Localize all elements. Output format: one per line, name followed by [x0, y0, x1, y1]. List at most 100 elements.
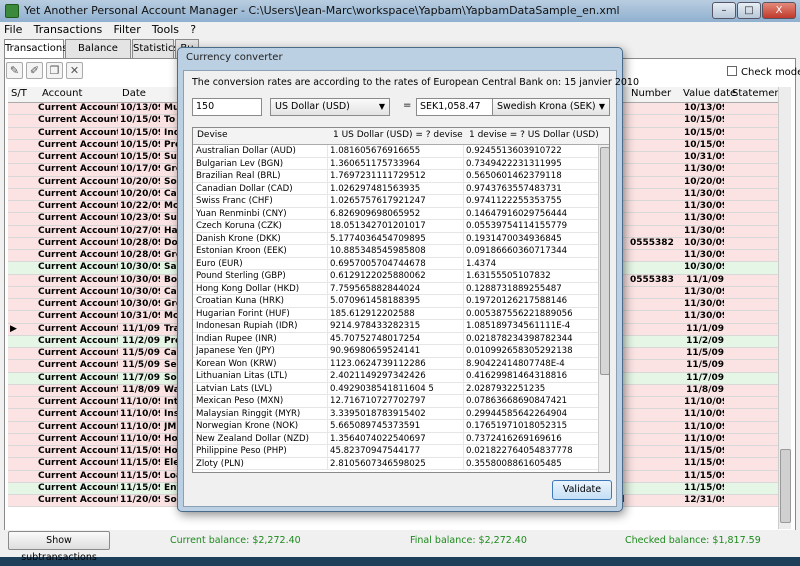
from-currency-select[interactable]: US Dollar (USD) ▼ [270, 98, 390, 116]
devise-cell: Swiss Franc (CHF) [196, 195, 328, 207]
menu-file[interactable]: File [0, 22, 26, 37]
devise-to-usd-cell: 0.021822764054837778 [466, 446, 573, 456]
devise-to-usd-cell: 0.07863668690847421 [466, 396, 568, 406]
rate-row[interactable]: Danish Krone (DKK) 5.1774036454709895 0.19… [193, 232, 598, 245]
current-balance: Current balance: $2,272.40 [170, 535, 301, 546]
date-cell: 11/10/09 [120, 433, 160, 444]
menu-transactions[interactable]: Transactions [30, 22, 107, 37]
header-date[interactable]: Date [122, 88, 146, 99]
devise-cell: Bulgarian Lev (BGN) [196, 157, 328, 170]
check-mode-checkbox[interactable] [727, 66, 737, 76]
devise-cell: Yuan Renminbi (CNY) [196, 207, 328, 220]
rate-row[interactable]: Australian Dollar (AUD) 1.081605676916655… [193, 145, 598, 158]
rate-row[interactable]: New Zealand Dollar (NZD) 1.35640740225406… [193, 432, 598, 445]
validate-button[interactable]: Validate [552, 480, 612, 500]
rate-row[interactable]: Hugarian Forint (HUF) 185.612912202588 0.0… [193, 307, 598, 320]
scrollbar-thumb[interactable] [780, 449, 791, 523]
header-devise[interactable]: Devise [197, 130, 228, 140]
check-mode-toggle[interactable]: Check mode [727, 66, 800, 78]
window-title: Yet Another Personal Account Manager - C… [24, 4, 620, 17]
account-cell: Current Account [38, 409, 118, 420]
menu-help[interactable]: ? [186, 22, 200, 37]
rate-row[interactable]: Malaysian Ringgit (MYR) 3.339501878391540… [193, 407, 598, 420]
usd-to-devise-cell: 185.612912202588 [330, 307, 464, 320]
date-cell: 10/15/09 [120, 115, 160, 126]
value-date-cell: 11/2/09 [686, 335, 724, 346]
usd-to-devise-cell: 0.6129122025880062 [330, 270, 464, 282]
value-date-cell: 11/5/09 [686, 348, 724, 358]
rate-row[interactable]: Yuan Renminbi (CNY) 6.826909698065952 0.14… [193, 207, 598, 220]
date-cell: 10/30/09 [120, 299, 160, 309]
new-transaction-icon[interactable]: ✎ [6, 62, 23, 79]
rate-row[interactable]: Bulgarian Lev (BGN) 1.360651175733964 0.73… [193, 157, 598, 170]
rate-row[interactable]: Swiss Franc (CHF) 1.0265757617921247 0.974… [193, 195, 598, 208]
header-number[interactable]: Number [631, 88, 671, 99]
header-value-date[interactable]: Value date [683, 88, 736, 99]
value-date-cell: 11/15/09 [684, 446, 724, 456]
rate-row[interactable]: Canadian Dollar (CAD) 1.026297481563935 0.… [193, 182, 598, 195]
menu-tools[interactable]: Tools [148, 22, 183, 37]
rates-scrollbar[interactable] [598, 145, 609, 472]
rate-row[interactable]: Hong Kong Dollar (HKD) 7.759565882844024 0… [193, 282, 598, 295]
rate-row[interactable]: Czech Koruna (CZK) 18.051342701201017 0.05… [193, 220, 598, 233]
rate-row[interactable]: Pound Sterling (GBP) 0.6129122025880062 1.… [193, 270, 598, 283]
edit-transaction-icon[interactable]: ✐ [26, 62, 43, 79]
date-cell: 10/20/09 [120, 176, 160, 187]
header-account[interactable]: Account [42, 88, 82, 99]
rate-row[interactable]: Croatian Kuna (HRK) 5.070961458188395 0.19… [193, 295, 598, 308]
duplicate-transaction-icon[interactable]: ❐ [46, 62, 63, 79]
rate-row[interactable]: Brazilian Real (BRL) 1.7697231111729512 0.… [193, 170, 598, 183]
account-cell: Current Account [38, 348, 118, 358]
header-devise-to-usd[interactable]: 1 devise = ? US Dollar (USD) [469, 130, 599, 140]
rate-row[interactable]: Estonian Kroon (EEK) 10.885348545985808 0.… [193, 245, 598, 258]
value-date-cell: 11/30/09 [684, 164, 724, 175]
rate-row[interactable]: Indonesan Rupiah (IDR) 9214.978433282315 1… [193, 320, 598, 333]
rate-row[interactable]: Korean Won (KRW) 1123.0624739112286 8.9042… [193, 357, 598, 370]
rate-row[interactable]: Philippine Peso (PHP) 45.82370947544177 0.… [193, 445, 598, 458]
devise-cell: Hugarian Forint (HUF) [196, 307, 328, 320]
menu-filter[interactable]: Filter [109, 22, 144, 37]
devise-cell: Norwegian Krone (NOK) [196, 420, 328, 432]
rate-row[interactable]: Latvian Lats (LVL) 0.4929038541811604 5 2.… [193, 382, 598, 395]
amount-input[interactable]: 150 [192, 98, 262, 116]
rate-row[interactable]: Mexican Peso (MXN) 12.716710727702797 0.07… [193, 395, 598, 408]
tab-balance-history[interactable]: Balance history [65, 39, 131, 71]
tab-transactions[interactable]: Transactions [4, 39, 67, 59]
devise-cell: Indian Rupee (INR) [196, 332, 328, 345]
header-usd-to-devise[interactable]: 1 US Dollar (USD) = ? devise [333, 130, 463, 140]
delete-transaction-icon[interactable]: ✕ [66, 62, 83, 79]
devise-to-usd-cell: 0.17651971018052315 [466, 421, 568, 431]
scrollbar-thumb[interactable] [600, 147, 609, 375]
show-subtransactions-button[interactable]: Show subtransactions [8, 531, 110, 563]
rate-row[interactable]: Zloty (PLN) 2.8105607346598025 0.355800886… [193, 457, 598, 470]
table-scrollbar[interactable] [778, 87, 791, 529]
value-date-cell: 10/30/09 [684, 262, 724, 273]
header-st[interactable]: S/T [11, 88, 27, 99]
header-statement[interactable]: Statement [732, 88, 785, 99]
rate-row[interactable]: Norwegian Krone (NOK) 5.665089745373591 0.… [193, 420, 598, 433]
tab-statistics[interactable]: Statistics [132, 39, 179, 58]
date-cell: 11/5/09 [122, 348, 160, 358]
rate-info: The conversion rates are according to th… [192, 77, 639, 88]
account-cell: Current Account [38, 360, 118, 371]
date-cell: 11/15/09 [120, 482, 160, 493]
date-cell: 10/28/09 [120, 237, 160, 248]
usd-to-devise-cell: 1.3564074022540697 [330, 432, 464, 445]
rate-row[interactable]: Lithuanian Litas (LTL) 2.4021149297342426… [193, 370, 598, 383]
rate-row[interactable]: Euro (EUR) 0.6957005704744678 1.4374 [193, 257, 598, 270]
rate-row[interactable]: Indian Rupee (INR) 45.70752748017254 0.021… [193, 332, 598, 345]
account-cell: Current Account [38, 384, 118, 395]
account-cell: Current Account [38, 201, 118, 211]
close-button[interactable]: X [762, 2, 796, 19]
usd-to-devise-cell: 10.885348545985808 [330, 245, 464, 257]
devise-cell: Euro (EUR) [196, 257, 328, 270]
rate-row[interactable]: Japanese Yen (JPY) 90.96980659524141 0.010… [193, 345, 598, 358]
minimize-button[interactable]: – [712, 2, 736, 19]
date-cell: 10/23/09 [120, 213, 160, 224]
usd-to-devise-cell: 45.70752748017254 [330, 332, 464, 345]
account-cell: Current Account [38, 237, 118, 248]
to-currency-select[interactable]: Swedish Krona (SEK) ▼ [492, 98, 610, 116]
from-currency-value: US Dollar (USD) [275, 101, 350, 112]
maximize-button[interactable]: □ [737, 2, 761, 19]
title-bar: Yet Another Personal Account Manager - C… [0, 0, 800, 22]
